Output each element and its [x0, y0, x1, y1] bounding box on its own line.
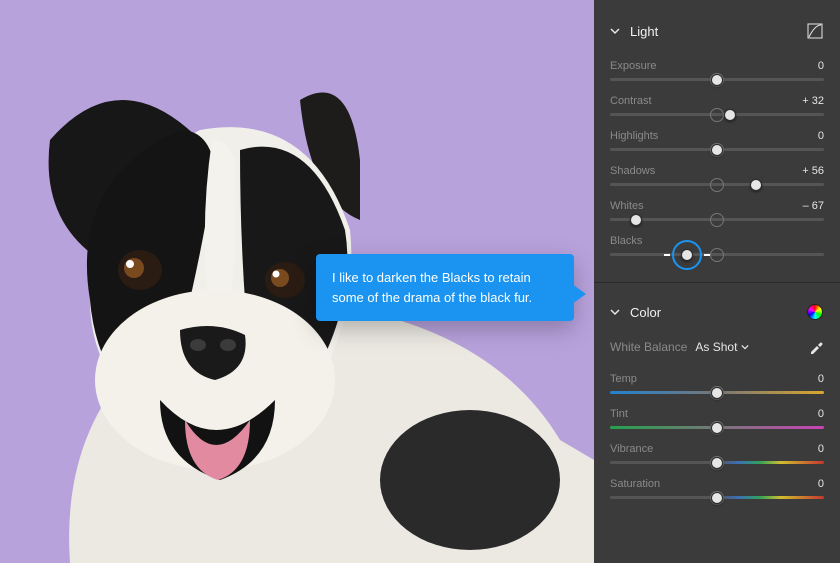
contrast-track[interactable] — [610, 113, 824, 116]
blacks-track[interactable] — [610, 253, 824, 256]
tip-callout: I like to darken the Blacks to retain so… — [316, 254, 574, 321]
tip-text: I like to darken the Blacks to retain so… — [332, 270, 532, 305]
color-section-title: Color — [630, 305, 661, 320]
light-section-title: Light — [630, 24, 658, 39]
light-section-header[interactable]: Light — [594, 10, 840, 52]
shadows-label: Shadows — [610, 165, 655, 177]
exposure-track[interactable] — [610, 78, 824, 81]
saturation-value: 0 — [818, 478, 824, 490]
exposure-label: Exposure — [610, 60, 656, 72]
saturation-slider[interactable]: Saturation 0 — [610, 478, 824, 499]
tint-value: 0 — [818, 408, 824, 420]
light-sliders: Exposure 0 Contrast + 32 Highlights 0 Sh… — [594, 52, 840, 274]
saturation-track[interactable] — [610, 496, 824, 499]
temp-slider[interactable]: Temp 0 — [610, 373, 824, 394]
exposure-slider[interactable]: Exposure 0 — [610, 60, 824, 81]
color-section-header[interactable]: Color — [594, 291, 840, 333]
section-divider — [594, 282, 840, 283]
temp-value: 0 — [818, 373, 824, 385]
chevron-down-icon — [610, 307, 620, 317]
color-mixer-icon[interactable] — [806, 303, 824, 321]
whites-track[interactable] — [610, 218, 824, 221]
white-balance-select[interactable]: As Shot — [695, 340, 749, 354]
shadows-track[interactable] — [610, 183, 824, 186]
highlights-slider[interactable]: Highlights 0 — [610, 130, 824, 151]
tint-track[interactable] — [610, 426, 824, 429]
eyedropper-icon[interactable] — [808, 339, 824, 355]
blacks-slider[interactable]: Blacks — [610, 235, 824, 256]
vibrance-value: 0 — [818, 443, 824, 455]
image-canvas[interactable]: I like to darken the Blacks to retain so… — [0, 0, 594, 563]
contrast-slider[interactable]: Contrast + 32 — [610, 95, 824, 116]
highlights-value: 0 — [818, 130, 824, 142]
white-balance-row: White Balance As Shot — [594, 333, 840, 365]
contrast-value: + 32 — [802, 95, 824, 107]
vibrance-slider[interactable]: Vibrance 0 — [610, 443, 824, 464]
whites-slider[interactable]: Whites – 67 — [610, 200, 824, 221]
highlights-track[interactable] — [610, 148, 824, 151]
whites-label: Whites — [610, 200, 644, 212]
temp-label: Temp — [610, 373, 637, 385]
highlights-label: Highlights — [610, 130, 658, 142]
shadows-slider[interactable]: Shadows + 56 — [610, 165, 824, 186]
tint-label: Tint — [610, 408, 628, 420]
exposure-value: 0 — [818, 60, 824, 72]
temp-track[interactable] — [610, 391, 824, 394]
color-sliders: Temp 0 Tint 0 Vibrance 0 Saturation 0 — [594, 365, 840, 517]
edit-panel: Light Exposure 0 Contrast + 32 Highlight… — [594, 0, 840, 563]
tone-curve-icon[interactable] — [806, 22, 824, 40]
contrast-label: Contrast — [610, 95, 652, 107]
shadows-value: + 56 — [802, 165, 824, 177]
vibrance-track[interactable] — [610, 461, 824, 464]
chevron-down-icon — [610, 26, 620, 36]
tint-slider[interactable]: Tint 0 — [610, 408, 824, 429]
white-balance-value: As Shot — [695, 340, 737, 354]
whites-value: – 67 — [803, 200, 824, 212]
white-balance-label: White Balance — [610, 340, 687, 354]
vibrance-label: Vibrance — [610, 443, 653, 455]
saturation-label: Saturation — [610, 478, 660, 490]
blacks-label: Blacks — [610, 235, 642, 247]
